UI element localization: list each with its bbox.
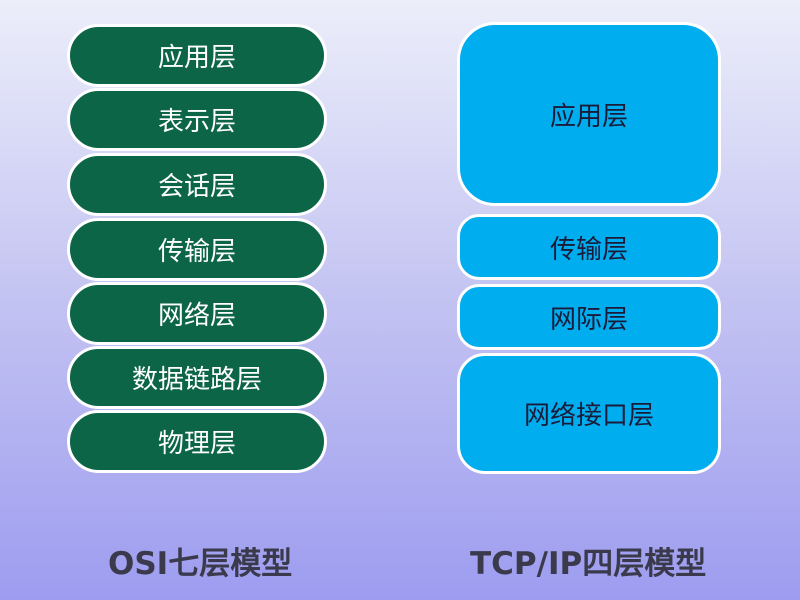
tcp-layer-label: 网际层	[549, 304, 628, 335]
osi-layer-session: 会话层	[67, 153, 327, 216]
osi-layer-presentation: 表示层	[67, 88, 327, 151]
tcp-layer-label: 应用层	[549, 101, 628, 132]
osi-layer-label: 数据链路层	[131, 365, 262, 395]
osi-layer-label: 传输层	[157, 237, 236, 267]
tcp-layer-label: 传输层	[549, 234, 628, 265]
osi-layer-label: 应用层	[157, 43, 236, 73]
tcpip-model-caption: TCP/IP四层模型	[470, 546, 707, 582]
osi-layer-label: 网络层	[157, 301, 236, 331]
osi-layer-data-link: 数据链路层	[67, 346, 327, 409]
tcp-layer-application: 应用层	[457, 22, 721, 206]
osi-layer-physical: 物理层	[67, 410, 327, 473]
tcp-layer-transport: 传输层	[457, 214, 721, 280]
tcp-layer-internet: 网际层	[457, 284, 721, 350]
osi-layer-network: 网络层	[67, 282, 327, 345]
osi-layer-label: 物理层	[157, 429, 236, 459]
osi-layer-label: 会话层	[157, 172, 236, 202]
osi-layer-label: 表示层	[157, 107, 236, 137]
osi-layer-application: 应用层	[67, 24, 327, 87]
osi-layer-transport: 传输层	[67, 218, 327, 281]
tcp-layer-network-interface: 网络接口层	[457, 353, 721, 474]
tcp-layer-label: 网络接口层	[523, 401, 654, 431]
osi-model-caption: OSI七层模型	[108, 546, 293, 582]
